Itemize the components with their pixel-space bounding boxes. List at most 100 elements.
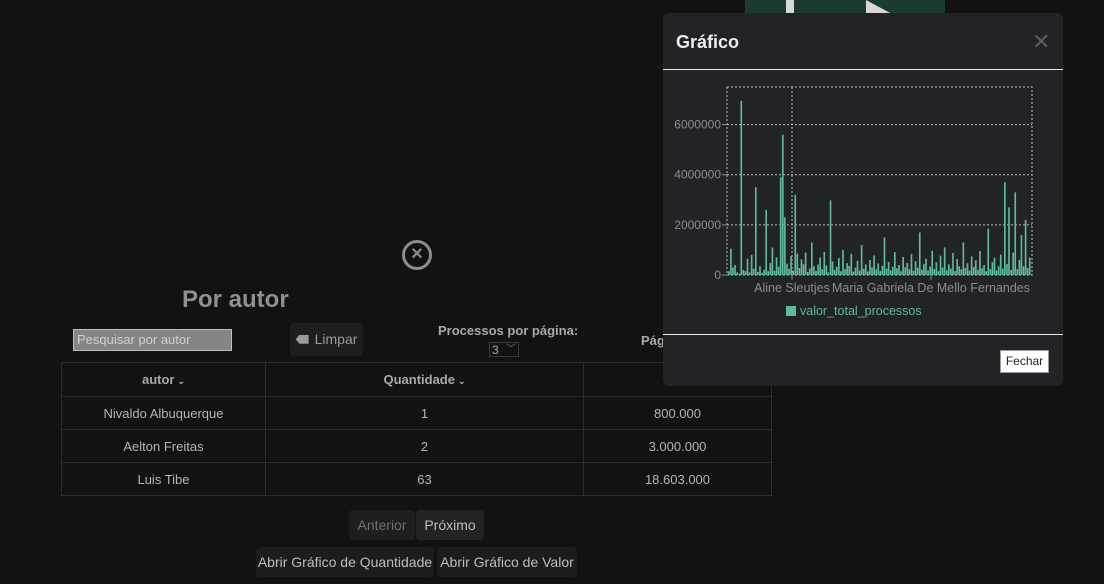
bar — [750, 254, 753, 275]
per-page-select[interactable]: 3 ﹀ — [489, 342, 519, 357]
bar — [773, 270, 776, 275]
y-tick-label: 4000000 — [674, 168, 721, 182]
legend-label: valor_total_processos — [800, 304, 922, 318]
y-tick-label: 2000000 — [674, 218, 721, 232]
table-cell-valor: 800.000 — [583, 396, 772, 430]
bar — [784, 217, 786, 275]
bar — [835, 266, 838, 275]
clear-button-label: Limpar — [314, 331, 358, 347]
bar — [1020, 234, 1023, 275]
bar — [854, 267, 857, 275]
bar — [925, 258, 927, 275]
table-row: Aelton Freitas 2 3.000.000 — [61, 429, 772, 463]
table-cell-quantidade: 1 — [265, 396, 584, 430]
bar — [945, 270, 948, 275]
bar — [827, 272, 830, 275]
modal-divider — [663, 69, 1063, 70]
bar — [730, 248, 732, 275]
bar — [860, 244, 863, 275]
bar — [933, 268, 936, 275]
bar — [856, 260, 859, 275]
bar — [858, 270, 861, 275]
bar — [1010, 269, 1012, 275]
bar — [950, 268, 952, 275]
bar — [923, 264, 925, 275]
bar — [833, 269, 836, 275]
bar — [896, 268, 898, 275]
logo-mark — [786, 0, 794, 14]
bar — [840, 271, 842, 275]
next-button[interactable]: Próximo — [416, 510, 484, 540]
bar — [983, 264, 985, 275]
bar — [728, 271, 730, 275]
column-header-autor[interactable]: autor ⌄ — [61, 362, 266, 397]
bar — [956, 258, 958, 275]
bar — [985, 271, 987, 275]
bar — [916, 267, 919, 275]
bar — [960, 269, 963, 275]
bar — [775, 257, 778, 275]
bar — [908, 269, 911, 275]
close-button[interactable]: Fechar — [1000, 350, 1049, 373]
bar-chart: 6000000 4000000 2000000 0 Aline Sleutjes Mari… — [674, 86, 1033, 318]
table-cell-autor: Luis Tibe — [61, 462, 266, 496]
bar — [1001, 268, 1004, 275]
bar — [981, 268, 983, 275]
column-header-quantidade[interactable]: Quantidade ⌄ — [265, 362, 584, 397]
bar — [1006, 263, 1008, 275]
bar — [871, 267, 873, 275]
bar — [767, 271, 770, 275]
y-tick-label: 6000000 — [674, 118, 721, 132]
bar — [1028, 257, 1031, 275]
clear-button[interactable]: Limpar — [290, 323, 363, 356]
bar — [906, 262, 909, 275]
sort-chevron-icon: ⌄ — [177, 376, 186, 386]
bar — [885, 268, 888, 275]
y-tick-label: 0 — [714, 268, 721, 282]
bar — [962, 242, 965, 275]
bar — [771, 247, 774, 275]
bar — [968, 270, 971, 275]
bar — [914, 261, 917, 275]
open-quantity-chart-button[interactable]: Abrir Gráfico de Quantidade — [256, 547, 434, 577]
bar — [848, 265, 851, 275]
chart-modal: Gráfico ✕ 6000000 4000000 2000000 0 Aline Sl… — [663, 13, 1063, 386]
bar — [842, 249, 844, 275]
sort-chevron-icon: ⌄ — [457, 376, 466, 386]
bar — [964, 267, 967, 275]
bar — [742, 269, 745, 275]
bar — [1022, 266, 1025, 275]
bar — [815, 270, 817, 275]
backspace-icon — [295, 334, 309, 344]
bar — [734, 264, 736, 275]
bar — [790, 255, 792, 275]
bar — [966, 263, 969, 275]
bar — [1018, 259, 1021, 275]
table-cell-quantidade: 2 — [265, 429, 584, 463]
bar — [947, 264, 950, 275]
close-circle-icon[interactable]: × — [402, 240, 432, 270]
modal-divider — [663, 334, 1063, 335]
per-page-label: Processos por página: — [438, 323, 579, 338]
close-icon[interactable]: ✕ — [1032, 29, 1050, 55]
bar — [902, 256, 904, 275]
search-input[interactable] — [73, 329, 232, 351]
bar — [806, 271, 809, 275]
table-cell-quantidade: 63 — [265, 462, 584, 496]
bar — [732, 267, 734, 275]
bar — [889, 270, 892, 275]
bar — [831, 261, 834, 275]
bar — [974, 260, 977, 275]
bar — [781, 134, 784, 275]
bar — [761, 272, 763, 275]
bar — [779, 177, 782, 275]
bar — [912, 270, 915, 275]
bar — [748, 272, 751, 275]
bar — [752, 268, 755, 275]
bar — [972, 266, 975, 275]
bar — [837, 257, 840, 275]
bar — [879, 270, 882, 275]
open-value-chart-button[interactable]: Abrir Gráfico de Valor — [437, 547, 577, 577]
bar — [802, 264, 805, 275]
previous-button[interactable]: Anterior — [349, 510, 415, 540]
